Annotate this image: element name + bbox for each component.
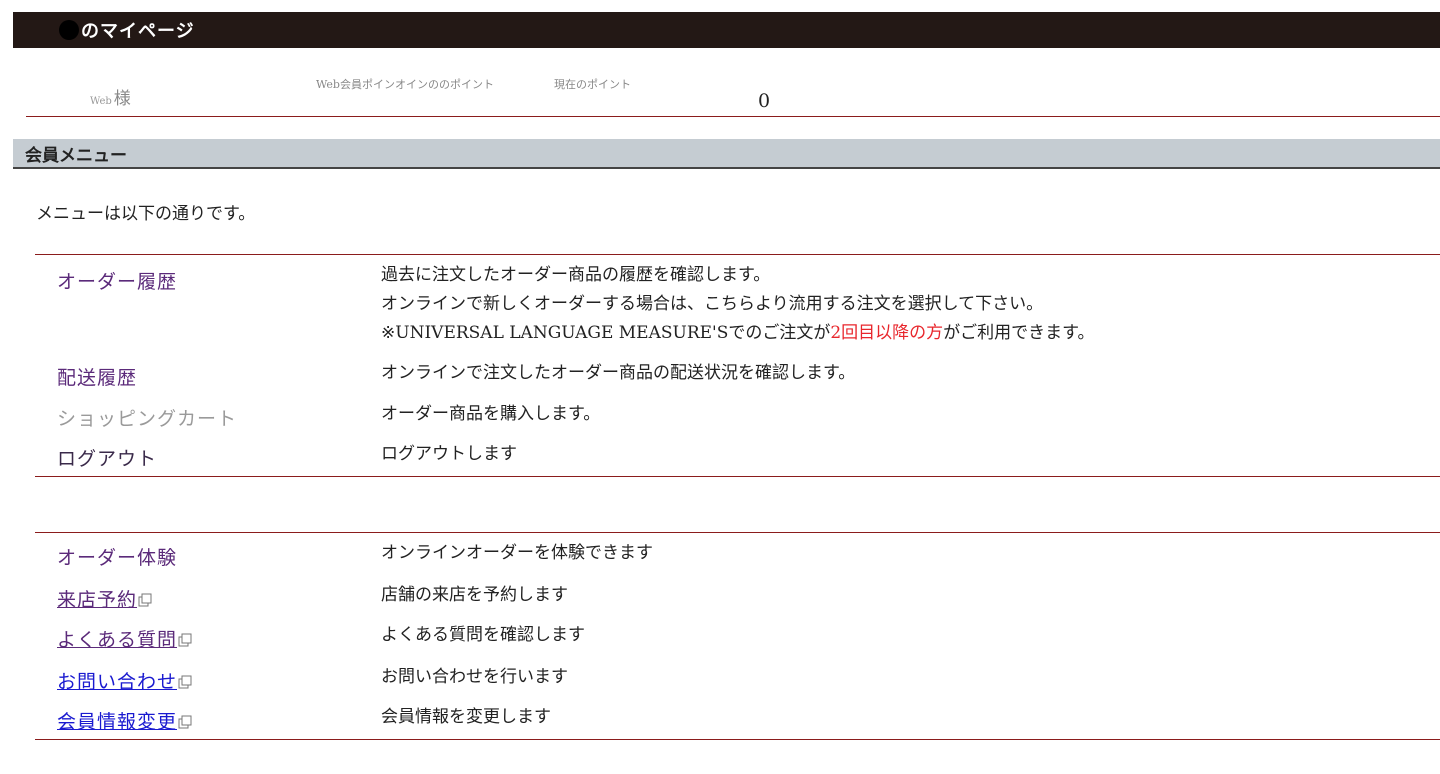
member-info-change-link[interactable]: 会員情報変更	[57, 707, 194, 734]
order-history-note-end: がご利用できます。	[943, 323, 1095, 343]
member-menu-header: 会員メニュー	[13, 139, 1440, 169]
order-history-desc-line1: 過去に注文したオーダー商品の履歴を確認します。	[381, 265, 771, 285]
delivery-history-link[interactable]: 配送履歴	[57, 363, 137, 390]
mypage-header: のマイページ	[13, 12, 1440, 48]
order-history-desc: 過去に注文したオーダー商品の履歴を確認します。 オンラインで新しくオーダーする場…	[381, 261, 1095, 348]
shopping-cart-desc: オーダー商品を購入します。	[381, 404, 601, 424]
member-points-area: Web 様 Web会員ポインオインののポイント 現在のポイント 0	[26, 70, 1440, 117]
order-history-desc-line2: オンラインで新しくオーダーする場合は、こちらより流用する注文を選択して下さい。	[381, 294, 1044, 314]
logout-desc: ログアウトします	[381, 444, 517, 464]
logout-link[interactable]: ログアウト	[57, 444, 157, 471]
shopping-cart-link[interactable]: ショッピングカート	[57, 404, 237, 431]
store-reservation-link[interactable]: 来店予約	[57, 585, 154, 612]
web-points-label: Web会員ポインオインののポイント	[316, 78, 494, 91]
order-trial-desc: オンラインオーダーを体験できます	[381, 543, 653, 563]
external-link-icon	[138, 590, 154, 612]
faq-desc: よくある質問を確認します	[381, 625, 585, 645]
external-link-icon	[178, 712, 194, 734]
menu-intro-text: メニューは以下の通りです。	[36, 204, 256, 224]
store-reservation-label: 来店予約	[57, 589, 138, 611]
page-title: のマイページ	[81, 21, 195, 42]
member-menu-block-secondary: オーダー体験 オンラインオーダーを体験できます 来店予約 店舗の来店を予約します…	[35, 532, 1440, 740]
faq-label: よくある質問	[57, 629, 178, 651]
store-reservation-desc: 店舗の来店を予約します	[381, 585, 568, 605]
member-name-prefix: Web	[90, 96, 112, 107]
order-history-note: ※UNIVERSAL LANGUAGE MEASURE'Sでのご注文が2回目以降…	[381, 319, 1095, 348]
order-history-note-highlight: 2回目以降の方	[830, 323, 944, 343]
avatar	[59, 20, 79, 40]
contact-desc: お問い合わせを行います	[381, 667, 568, 687]
contact-link[interactable]: お問い合わせ	[57, 667, 194, 694]
contact-label: お問い合わせ	[57, 671, 178, 693]
faq-link[interactable]: よくある質問	[57, 625, 194, 652]
current-points-label: 現在のポイント	[554, 78, 631, 91]
member-name-suffix: 様	[113, 89, 131, 109]
order-history-link[interactable]: オーダー履歴	[57, 267, 177, 294]
member-menu-title: 会員メニュー	[25, 145, 127, 166]
order-history-note-start: ※UNIVERSAL LANGUAGE MEASURE'Sでのご注文が	[381, 323, 831, 343]
external-link-icon	[178, 630, 194, 652]
delivery-history-desc: オンラインで注文したオーダー商品の配送状況を確認します。	[381, 363, 856, 383]
current-points-value: 0	[758, 90, 771, 112]
member-info-change-desc: 会員情報を変更します	[381, 707, 551, 727]
external-link-icon	[178, 672, 194, 694]
member-menu-block-primary: オーダー履歴 過去に注文したオーダー商品の履歴を確認します。 オンラインで新しく…	[35, 254, 1440, 477]
member-info-change-label: 会員情報変更	[57, 711, 178, 733]
member-name: Web 様	[90, 84, 131, 109]
order-trial-link[interactable]: オーダー体験	[57, 543, 177, 570]
